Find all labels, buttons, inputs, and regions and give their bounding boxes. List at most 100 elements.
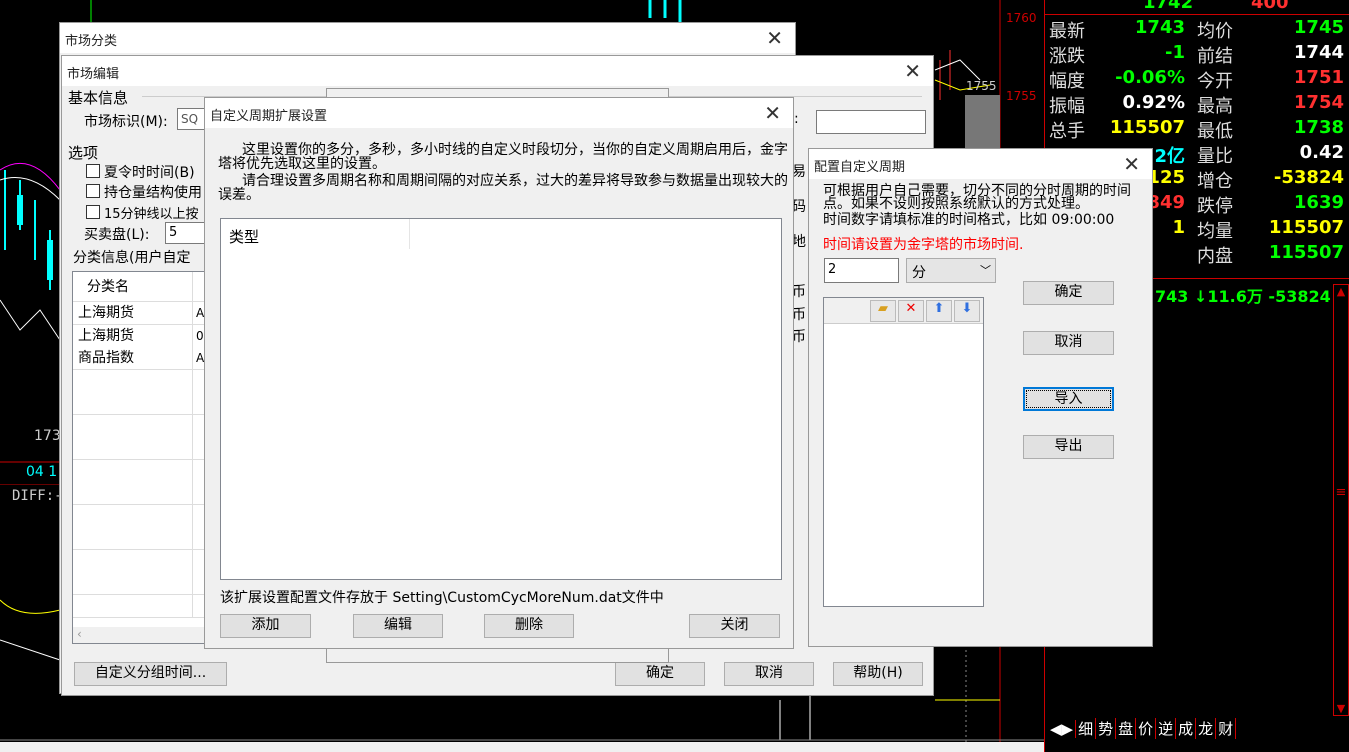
- quote-tab[interactable]: 势: [1096, 718, 1117, 739]
- price-axis-label: 1760: [1006, 11, 1037, 25]
- table-row[interactable]: [73, 414, 193, 438]
- config-warning: 时间请设置为金字塔的市场时间.: [823, 237, 1024, 253]
- delete-button[interactable]: 删除: [484, 614, 574, 638]
- table-row[interactable]: [73, 482, 193, 505]
- category-info-label: 分类信息(用户自定: [73, 250, 191, 266]
- quote-value: 1744: [1293, 42, 1344, 63]
- quote-tab[interactable]: 细: [1076, 718, 1097, 739]
- position-checkbox[interactable]: [86, 184, 100, 198]
- table-row[interactable]: 商品指数: [73, 347, 193, 370]
- column-header-type[interactable]: 类型: [229, 226, 259, 247]
- quote-label: 均量: [1197, 221, 1233, 242]
- arrow-down-icon[interactable]: ⬇: [954, 300, 980, 322]
- cancel-button[interactable]: 取消: [724, 662, 814, 686]
- quote-row: 振幅 0.92% 最高 1754: [1045, 92, 1349, 117]
- cancel-button[interactable]: 取消: [1023, 331, 1114, 355]
- table-row[interactable]: [73, 594, 193, 618]
- folder-icon[interactable]: ▰: [870, 300, 896, 322]
- clipped-text: 码: [792, 199, 806, 215]
- quote-value: 115507: [1268, 217, 1344, 238]
- quote-value: 125: [1147, 167, 1185, 188]
- table-row[interactable]: [73, 572, 193, 595]
- quote-label: 前结: [1197, 46, 1233, 67]
- market-id-label: 市场标识(M):: [84, 114, 168, 130]
- ext-desc-1: 这里设置你的多分，多秒，多小时线的自定义时段切分，当你的自定义周期启用后，金字塔…: [218, 142, 788, 172]
- quote-value: 849: [1147, 192, 1185, 213]
- table-row[interactable]: [73, 392, 193, 415]
- table-row[interactable]: [73, 527, 193, 550]
- quote-value: 1639: [1293, 192, 1344, 213]
- cycle-number-input[interactable]: 2: [824, 258, 899, 283]
- quote-row: 涨跌 -1 前结 1744: [1045, 42, 1349, 67]
- quote-row: 总手 115507 最低 1738: [1045, 117, 1349, 142]
- quote-label: 幅度: [1049, 71, 1085, 92]
- close-button[interactable]: 关闭: [689, 614, 780, 638]
- quote-label: 今开: [1197, 71, 1233, 92]
- quote-tab[interactable]: 龙: [1196, 718, 1217, 739]
- quote-label: 内盘: [1197, 246, 1233, 267]
- bid-ask-input[interactable]: 5: [165, 222, 209, 244]
- time-list[interactable]: ▰ ✕ ⬆ ⬇: [823, 297, 984, 607]
- quote-value: 1754: [1293, 92, 1344, 113]
- config-desc-2: 时间数字请填标准的时间格式，比如 09:00:00: [823, 212, 1115, 228]
- text-field[interactable]: [816, 110, 926, 134]
- date-label: 04 1: [0, 464, 60, 484]
- quote-value: 1743: [1134, 17, 1185, 38]
- table-row[interactable]: 上海期货: [73, 324, 193, 348]
- quote-label: 涨跌: [1049, 46, 1085, 67]
- market-id-input[interactable]: SQ: [177, 108, 205, 130]
- arrow-up-icon[interactable]: ⬆: [926, 300, 952, 322]
- prev-tab-icon[interactable]: ◀▶: [1048, 720, 1077, 738]
- clipped-text: 币: [792, 284, 806, 300]
- quote-value: 1745: [1293, 17, 1344, 38]
- export-button[interactable]: 导出: [1023, 435, 1114, 459]
- ok-button[interactable]: 确定: [615, 662, 705, 686]
- clipped-text: 易: [792, 164, 806, 180]
- ok-button[interactable]: 确定: [1023, 281, 1114, 305]
- cycle-unit-select[interactable]: 分 ﹀: [906, 258, 996, 283]
- quote-tab[interactable]: 逆: [1156, 718, 1177, 739]
- table-row[interactable]: 上海期货: [73, 302, 193, 325]
- delete-icon[interactable]: ✕: [898, 300, 924, 322]
- category-table: 分类名 上海期货 A 上海期货 0 商品指数 A ‹: [72, 271, 209, 644]
- section-basic: 基本信息: [68, 89, 129, 107]
- quote-value: 2亿: [1154, 146, 1185, 167]
- quote-tab[interactable]: 成: [1176, 718, 1197, 739]
- quote-tab[interactable]: 财: [1216, 718, 1237, 739]
- table-row[interactable]: [73, 369, 193, 393]
- custom-ext-window: 自定义周期扩展设置 ✕ 这里设置你的多分，多秒，多小时线的自定义时段切分，当你的自…: [204, 97, 794, 649]
- import-button[interactable]: 导入: [1023, 387, 1114, 411]
- ext-list[interactable]: 类型: [220, 218, 782, 580]
- price-axis-label: 1755: [1006, 89, 1037, 103]
- min15-checkbox[interactable]: [86, 205, 100, 219]
- help-button[interactable]: 帮助(H): [833, 662, 923, 686]
- quote-value: 1: [1172, 217, 1185, 238]
- table-row[interactable]: [73, 504, 193, 528]
- scrollbar[interactable]: ▲ ≡ ▼: [1333, 284, 1349, 716]
- group-time-button[interactable]: 自定义分组时间...: [74, 662, 227, 686]
- table-row[interactable]: [73, 437, 193, 460]
- h-scrollbar[interactable]: ‹: [73, 627, 209, 643]
- close-icon[interactable]: ✕: [1123, 152, 1140, 176]
- diff-label: DIFF:-: [12, 488, 63, 504]
- quote-label: 最低: [1197, 121, 1233, 142]
- column-header-name[interactable]: 分类名: [73, 272, 193, 302]
- close-icon[interactable]: ✕: [904, 59, 921, 83]
- close-icon[interactable]: ✕: [764, 101, 781, 125]
- bid-ask-label: 买卖盘(L):: [84, 227, 150, 243]
- ext-desc-2: 请合理设置多周期名称和周期间隔的对应关系，过大的差异将导致参与数据量出现较大的误…: [218, 173, 788, 203]
- quote-tab[interactable]: 价: [1136, 718, 1157, 739]
- table-row[interactable]: [73, 459, 193, 483]
- clipped-text: 币: [792, 329, 806, 345]
- add-button[interactable]: 添加: [220, 614, 311, 638]
- dst-checkbox[interactable]: [86, 164, 100, 178]
- close-icon[interactable]: ✕: [766, 26, 783, 50]
- tick-line: 743 ↓11.6万 -53824: [1155, 287, 1331, 306]
- window-title: 配置自定义周期: [814, 160, 906, 175]
- table-row[interactable]: [73, 549, 193, 573]
- quote-label: 最高: [1197, 96, 1233, 117]
- quote-tab[interactable]: 盘: [1116, 718, 1137, 739]
- top-value: 1742: [1143, 0, 1194, 13]
- quote-value: -53824: [1273, 167, 1344, 188]
- edit-button[interactable]: 编辑: [353, 614, 443, 638]
